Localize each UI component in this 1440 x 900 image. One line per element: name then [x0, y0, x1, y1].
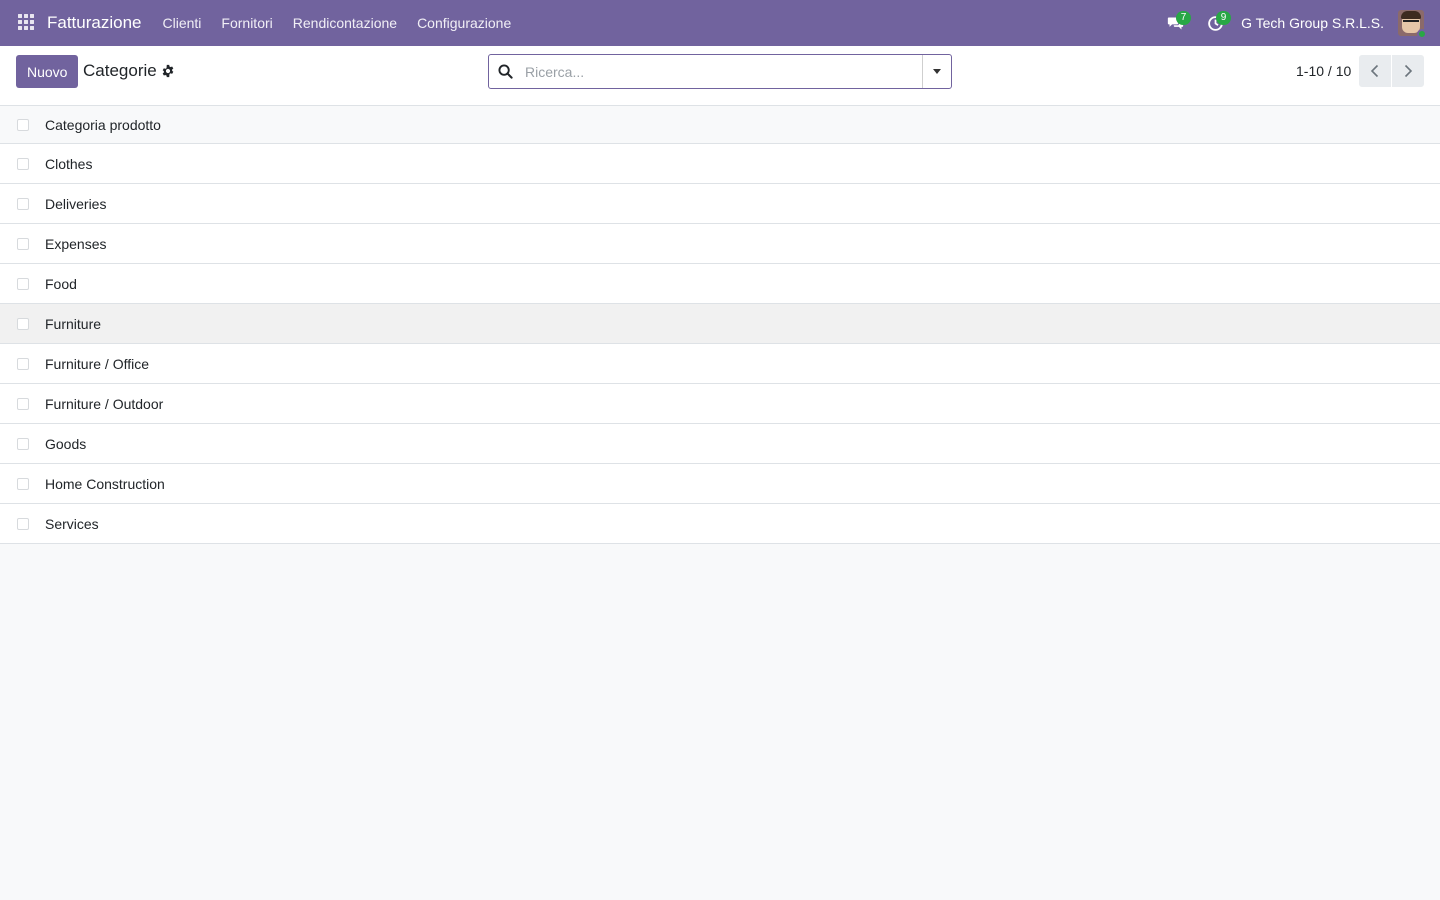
menu-item-clienti[interactable]: Clienti [153, 0, 212, 46]
chevron-left-icon [1370, 64, 1379, 78]
menu-item-fornitori[interactable]: Fornitori [211, 0, 282, 46]
list-header: Categoria prodotto [0, 106, 1440, 144]
category-name: Food [45, 275, 77, 292]
table-row[interactable]: Food [0, 264, 1440, 304]
category-name: Furniture [45, 315, 102, 332]
category-name: Furniture / Outdoor [45, 395, 164, 412]
row-checkbox[interactable] [17, 517, 29, 530]
select-all-checkbox[interactable] [17, 118, 29, 131]
table-row[interactable]: Clothes [0, 144, 1440, 184]
control-panel: Nuovo Categorie 1-10 / 10 [0, 46, 1440, 106]
menu-item-rendicontazione[interactable]: Rendicontazione [283, 0, 407, 46]
row-checkbox[interactable] [17, 197, 29, 210]
table-row[interactable]: Furniture / Outdoor [0, 384, 1440, 424]
messages-badge: 7 [1176, 11, 1192, 25]
row-checkbox[interactable] [17, 277, 29, 290]
caret-down-icon [933, 69, 941, 74]
category-name: Home Construction [45, 475, 165, 492]
category-name: Services [45, 515, 99, 532]
gear-icon[interactable] [161, 64, 175, 78]
table-row[interactable]: Home Construction [0, 464, 1440, 504]
table-row[interactable]: Expenses [0, 224, 1440, 264]
category-name: Expenses [45, 235, 107, 252]
category-name: Clothes [45, 155, 93, 172]
new-button[interactable]: Nuovo [16, 55, 79, 88]
user-avatar[interactable] [1398, 10, 1427, 39]
table-row[interactable]: Services [0, 504, 1440, 544]
pager-value[interactable]: 1-10 / 10 [1296, 63, 1351, 79]
row-checkbox[interactable] [17, 317, 29, 330]
search-options-toggle[interactable] [922, 55, 951, 88]
column-header-category[interactable]: Categoria prodotto [45, 117, 161, 133]
pager-next-button[interactable] [1392, 55, 1424, 87]
messages-button[interactable]: 7 [1155, 0, 1195, 46]
table-row[interactable]: Deliveries [0, 184, 1440, 224]
row-checkbox[interactable] [17, 357, 29, 370]
company-switcher[interactable]: G Tech Group S.R.L.S. [1241, 15, 1384, 31]
search-bar [488, 54, 952, 89]
row-checkbox[interactable] [17, 437, 29, 450]
search-input[interactable] [521, 55, 922, 88]
row-checkbox[interactable] [17, 157, 29, 170]
category-name: Goods [45, 435, 87, 452]
top-navbar: Fatturazione Clienti Fornitori Rendicont… [0, 0, 1440, 46]
page-title: Categorie [83, 61, 157, 80]
row-checkbox[interactable] [17, 477, 29, 490]
online-status-icon [1417, 29, 1427, 39]
main-menu: Clienti Fornitori Rendicontazione Config… [153, 0, 522, 46]
table-row[interactable]: Furniture / Office [0, 344, 1440, 384]
activities-badge: 9 [1216, 11, 1232, 25]
table-row[interactable]: Furniture [0, 304, 1440, 344]
activities-button[interactable]: 9 [1195, 0, 1235, 46]
app-name[interactable]: Fatturazione [47, 13, 142, 33]
category-name: Deliveries [45, 195, 107, 212]
row-checkbox[interactable] [17, 237, 29, 250]
row-checkbox[interactable] [17, 397, 29, 410]
table-row[interactable]: Goods [0, 424, 1440, 464]
search-icon [489, 55, 521, 88]
navbar-systray: 7 9 G Tech Group S.R.L.S. [1155, 0, 1440, 46]
pager-previous-button[interactable] [1359, 55, 1391, 87]
menu-item-configurazione[interactable]: Configurazione [407, 0, 521, 46]
chevron-right-icon [1404, 64, 1413, 78]
category-name: Furniture / Office [45, 355, 150, 372]
apps-menu-icon[interactable] [18, 14, 36, 32]
category-list: Categoria prodotto Clothes Deliveries Ex… [0, 106, 1440, 544]
